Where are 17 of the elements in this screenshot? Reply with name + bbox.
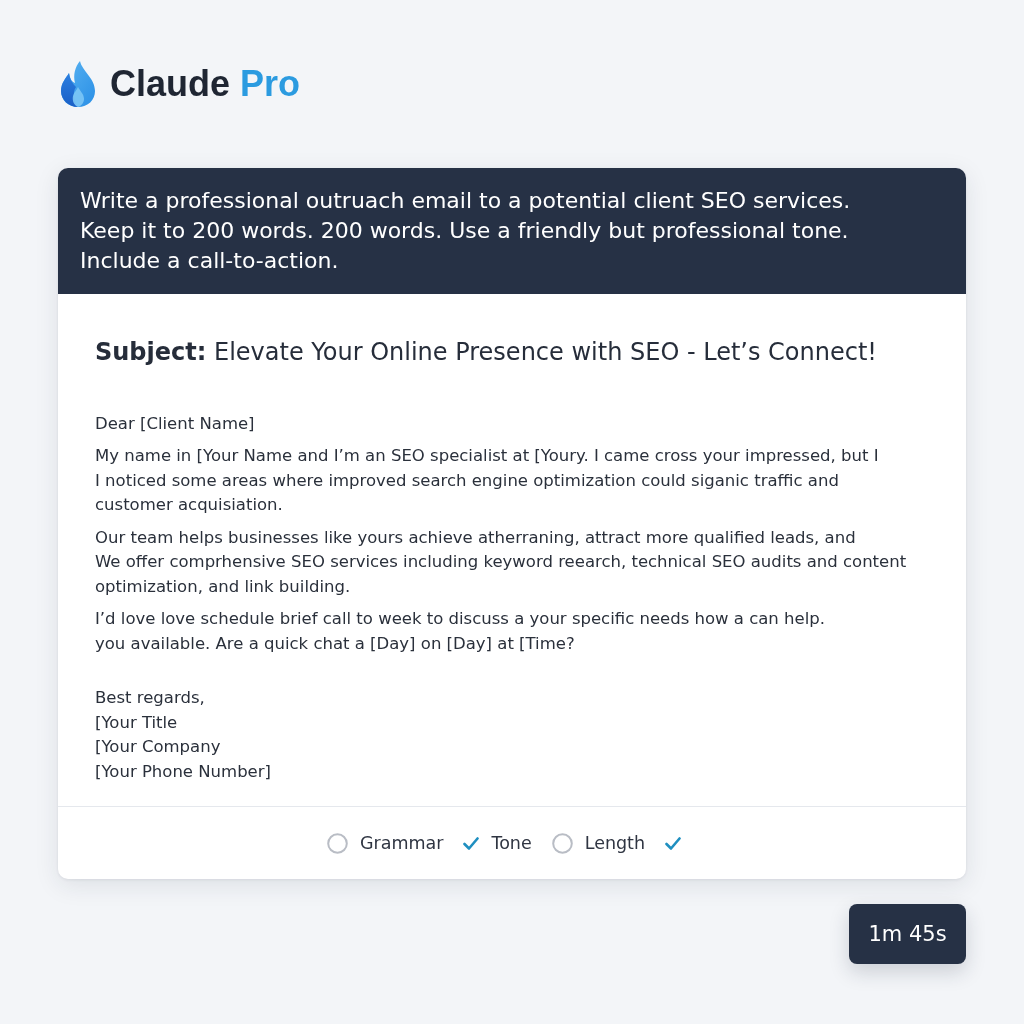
check-option[interactable]: Length (551, 832, 646, 854)
signature-line: [Your Title (95, 711, 179, 734)
checkmark-icon[interactable] (665, 836, 682, 850)
signature-line: [Your Phone Number] (95, 760, 272, 783)
timer-badge: 1m 45s (849, 904, 966, 964)
email-paragraph: My name in [Your Name and I’m an SEO specialist at [Youry. I came cross your impressed, but I I noticed some areas where improved search engine optimization could siganic traffic and customer acquisiation. (95, 445, 880, 516)
email-subject: Subject: Elevate Your Online Presence with SEO - Let’s Connect! (95, 337, 878, 367)
flame-icon (60, 61, 96, 107)
signature-line: Best regards, (95, 687, 206, 709)
signature-line: [Your Company (95, 736, 222, 758)
email-paragraph: Our team helps businesses like yours achieve atherraning, attract more qualified leads, and We offer comprhensive SEO services including keyword reearch, technical SEO audits and content optimization, and link building. (95, 526, 908, 598)
email-paragraph: I’d love love schedule brief call to week to discuss a your specific needs how a can help. you available. Are a quick chat a [Day] on [Day] at [Time? (95, 608, 826, 655)
prompt-text: Write a professional outruach email to a potential client SEO services. Keep it to 200 words. 200 words. Use a friendly but professional tone. Include a call-to-action. (80, 187, 852, 275)
brand-name: Claude Pro (110, 63, 301, 105)
check-option[interactable]: Tone (463, 833, 532, 853)
check-option[interactable]: Grammar (326, 832, 444, 854)
email-greeting: Dear [Client Name] (95, 413, 256, 435)
